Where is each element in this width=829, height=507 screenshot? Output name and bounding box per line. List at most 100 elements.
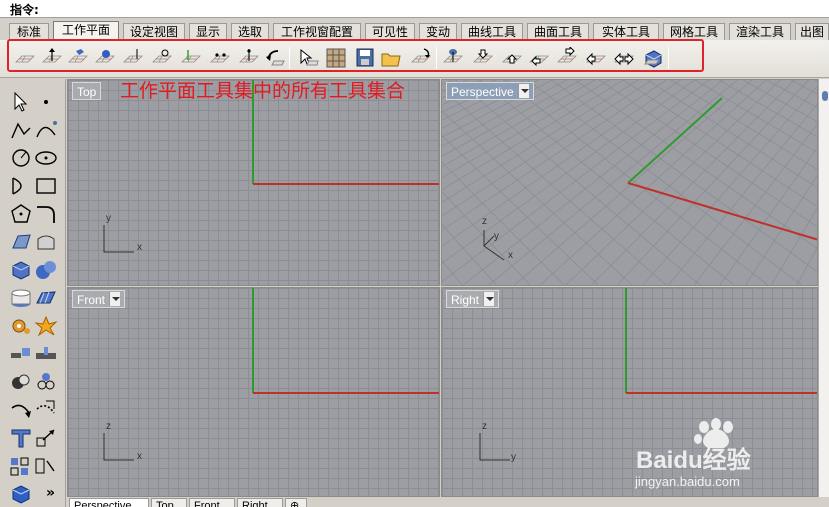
right-side-panel[interactable] [818, 79, 829, 497]
perspective-axis-y-label: y [494, 231, 499, 242]
perspective-axis-z-label: z [482, 216, 487, 227]
set-cplane-z-axis-icon[interactable] [209, 47, 231, 69]
viewport-menu-caret-icon[interactable] [109, 292, 121, 306]
annotation-text: 工作平面工具集中的所有工具集合 [120, 80, 406, 102]
named-cplanes-icon[interactable] [325, 47, 347, 69]
viewport-tab-perspective[interactable]: Perspective [69, 498, 149, 507]
viewport-top[interactable]: Top y x [67, 79, 440, 286]
dimension-icon[interactable] [34, 455, 58, 477]
cplane-toolbar [0, 40, 829, 78]
viewport-perspective[interactable]: Perspective z y x [441, 79, 818, 286]
cplane-world-3d-icon[interactable] [642, 47, 664, 69]
viewport-title-top[interactable]: Top [72, 82, 102, 100]
set-cplane-to-view-icon[interactable] [297, 47, 319, 69]
front-axes [103, 288, 439, 461]
set-cplane-3-points-icon[interactable] [151, 47, 173, 69]
curve-icon[interactable] [34, 119, 58, 141]
set-cplane-origin-icon[interactable] [14, 47, 36, 69]
tab-set-view[interactable]: 设定视图 [123, 23, 185, 40]
cylinder-surface-icon[interactable] [9, 287, 33, 309]
set-cplane-perpendicular-icon[interactable] [122, 47, 144, 69]
fillet-curve-icon[interactable] [34, 203, 58, 225]
fillet-edge-icon[interactable] [34, 399, 58, 421]
cplane-through-icon[interactable] [613, 47, 635, 69]
tab-transform[interactable]: 变动 [419, 23, 457, 40]
tab-visibility[interactable]: 可见性 [365, 23, 415, 40]
set-cplane-elevation-icon[interactable] [41, 47, 63, 69]
tab-select[interactable]: 选取 [231, 23, 269, 40]
tab-drafting[interactable]: 出图 [795, 23, 829, 40]
set-cplane-to-surface-icon[interactable] [94, 47, 116, 69]
viewport-tab-top[interactable]: Top [151, 498, 187, 507]
tab-mesh-tools[interactable]: 网格工具 [663, 23, 725, 40]
rotate-curve-icon[interactable] [9, 399, 33, 421]
sphere-solid-icon[interactable] [34, 259, 58, 281]
tab-render-tools[interactable]: 渲染工具 [729, 23, 791, 40]
polygon-icon[interactable] [9, 203, 33, 225]
cplane-world-front-icon[interactable] [501, 47, 523, 69]
cplane-world-back-icon[interactable] [528, 47, 550, 69]
right-axis-z-label: z [482, 421, 487, 432]
top-axis-x-label: x [137, 242, 142, 253]
group-icon[interactable] [9, 455, 33, 477]
top-axis-y-label: y [106, 213, 111, 224]
perspective-grid [442, 80, 817, 285]
save-cplane-icon[interactable] [354, 47, 376, 69]
cplane-world-top-icon[interactable] [442, 47, 464, 69]
add-viewport-tab-button[interactable]: ⊕ [285, 498, 307, 507]
tab-surface-tools[interactable]: 曲面工具 [527, 23, 589, 40]
right-axis-y-label: y [511, 452, 516, 463]
array-points-icon[interactable] [34, 371, 58, 393]
viewport-menu-caret-icon[interactable] [517, 84, 529, 98]
set-cplane-x-axis-icon[interactable] [180, 47, 202, 69]
circle-icon[interactable] [9, 147, 33, 169]
viewport-tab-front[interactable]: Front [189, 498, 235, 507]
viewport-title-front[interactable]: Front [72, 290, 126, 308]
tab-display[interactable]: 显示 [189, 23, 227, 40]
more-tools-chevron[interactable]: » [46, 485, 55, 501]
rectangle-icon[interactable] [34, 175, 58, 197]
tab-viewport-layout[interactable]: 工作视窗配置 [273, 23, 361, 40]
arc-icon[interactable] [9, 175, 33, 197]
mesh-plane-icon[interactable] [34, 287, 58, 309]
point-icon[interactable] [34, 91, 58, 113]
solid-box-edit-icon[interactable] [9, 483, 33, 505]
cplane-world-right-icon[interactable] [585, 47, 607, 69]
viewport-menu-caret-icon[interactable] [483, 292, 495, 306]
panel-indicator-icon [822, 91, 828, 101]
tab-curve-tools[interactable]: 曲线工具 [461, 23, 523, 40]
boolean-split-icon[interactable] [9, 343, 33, 365]
front-axis-x-label: x [137, 451, 142, 462]
select-arrow-icon[interactable] [9, 91, 33, 113]
command-label: 指令: [10, 3, 39, 17]
scale-icon[interactable] [34, 427, 58, 449]
set-cplane-vertical-icon[interactable] [238, 47, 260, 69]
cplane-world-left-icon[interactable] [556, 47, 578, 69]
tab-standard[interactable]: 标准 [9, 23, 49, 40]
undo-cplane-icon[interactable] [264, 47, 286, 69]
explode-icon[interactable] [34, 315, 58, 337]
watermark-brand: Baidu经验 [636, 447, 751, 474]
command-bar[interactable]: 指令: [0, 0, 829, 18]
toolbar-separator [289, 47, 290, 69]
open-cplane-icon[interactable] [380, 47, 402, 69]
tab-cplanes[interactable]: 工作平面 [53, 21, 119, 41]
polyline-icon[interactable] [9, 119, 33, 141]
rotate-cplane-icon[interactable] [410, 47, 432, 69]
text-object-icon[interactable] [9, 427, 33, 449]
cplane-world-bottom-icon[interactable] [472, 47, 494, 69]
trim-icon[interactable] [34, 343, 58, 365]
set-cplane-to-object-icon[interactable] [67, 47, 89, 69]
box-solid-icon[interactable] [9, 259, 33, 281]
viewport-tab-right[interactable]: Right [237, 498, 283, 507]
surface-corner-points-icon[interactable] [9, 231, 33, 253]
viewport-title-perspective[interactable]: Perspective [446, 82, 534, 100]
viewport-title-right[interactable]: Right [446, 290, 500, 308]
tab-solid-tools[interactable]: 实体工具 [593, 23, 659, 40]
viewport-front[interactable]: Front z x [67, 287, 440, 497]
ellipse-icon[interactable] [34, 147, 58, 169]
extrude-surface-icon[interactable] [34, 231, 58, 253]
toolbar-separator [668, 47, 669, 69]
gear-render-icon[interactable] [9, 315, 33, 337]
boolean-union-icon[interactable] [9, 371, 33, 393]
